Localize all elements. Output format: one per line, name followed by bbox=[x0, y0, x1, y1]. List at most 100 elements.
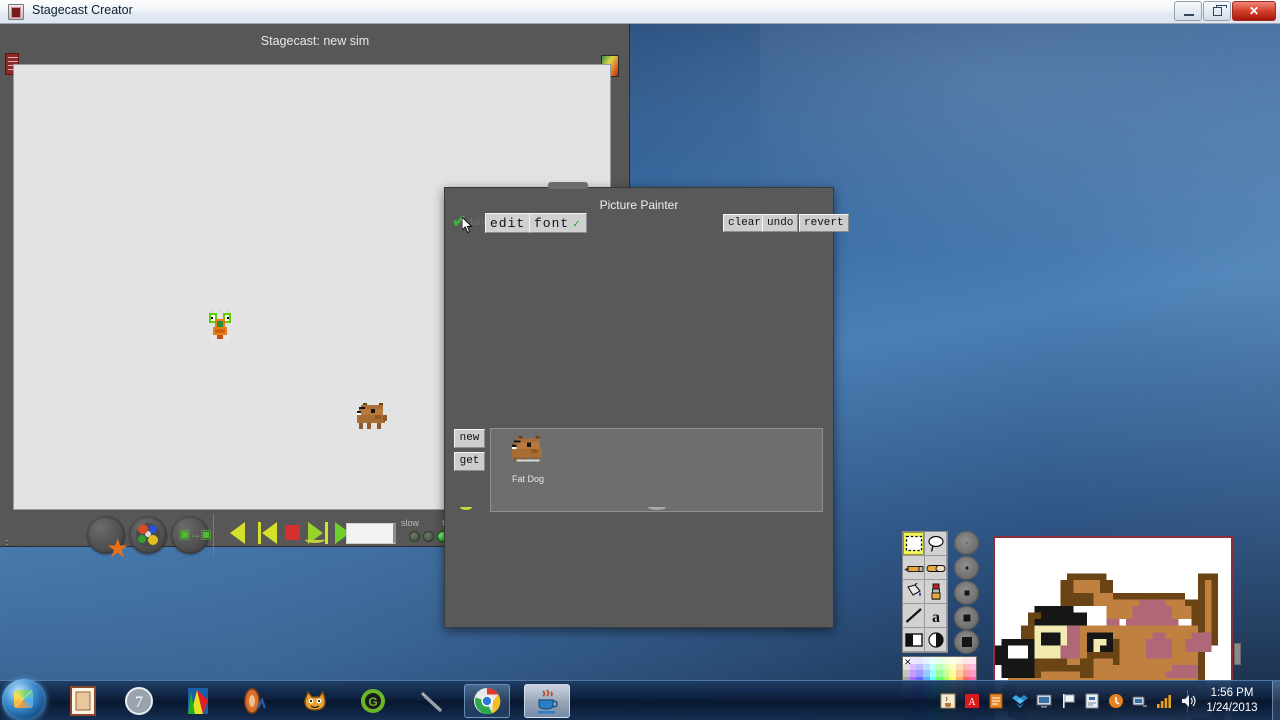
palette-swatch-0-6[interactable] bbox=[942, 657, 950, 664]
palette-swatch-0-10[interactable] bbox=[969, 657, 976, 664]
palette-swatch-1-6[interactable] bbox=[942, 663, 950, 671]
window-tab-handle[interactable] bbox=[548, 182, 588, 189]
palette-swatch-2-6[interactable] bbox=[942, 670, 950, 677]
clear-button[interactable]: clear bbox=[723, 214, 767, 232]
font-menu[interactable]: font ✓ bbox=[529, 213, 587, 233]
palette-swatch-0-8[interactable] bbox=[956, 657, 963, 664]
device-icon[interactable] bbox=[1084, 693, 1100, 709]
palette-swatch-0-3[interactable] bbox=[922, 657, 930, 664]
transparent-color-swatch[interactable]: ✕ bbox=[904, 658, 913, 667]
show-desktop-button[interactable] bbox=[1272, 681, 1280, 720]
minimize-button[interactable] bbox=[1174, 1, 1202, 21]
seven-icon: 7 bbox=[125, 687, 153, 715]
svg-text:A: A bbox=[968, 697, 976, 708]
brush-size-selector bbox=[954, 531, 979, 654]
palette-swatch-0-7[interactable] bbox=[949, 657, 957, 664]
palette-swatch-2-10[interactable] bbox=[969, 670, 976, 677]
flag-icon[interactable] bbox=[1060, 693, 1076, 709]
close-button[interactable]: ✕ bbox=[1232, 1, 1276, 21]
clock-date: 1/24/2013 bbox=[1206, 702, 1258, 714]
palette-swatch-2-8[interactable] bbox=[956, 670, 963, 677]
palette-swatch-1-3[interactable] bbox=[922, 663, 930, 671]
lasso-tool[interactable] bbox=[925, 532, 947, 556]
undo-button[interactable]: undo bbox=[762, 214, 799, 232]
svg-text:a: a bbox=[932, 609, 940, 625]
get-button[interactable]: get bbox=[454, 452, 485, 471]
speed-slow-label: slow bbox=[401, 518, 420, 528]
scratch-cat-icon bbox=[304, 690, 326, 711]
java-tray-icon[interactable] bbox=[940, 693, 956, 709]
brush-size-2[interactable] bbox=[954, 581, 979, 605]
paintbrush-tool[interactable] bbox=[925, 580, 947, 604]
restore-button[interactable] bbox=[1203, 1, 1231, 21]
dog-sprite[interactable] bbox=[355, 403, 389, 429]
palette-swatch-1-5[interactable] bbox=[936, 663, 943, 671]
taskbar-item-java[interactable] bbox=[524, 684, 570, 718]
palette-swatch-2-5[interactable] bbox=[936, 670, 943, 677]
palette-swatch-2-0[interactable] bbox=[903, 670, 910, 677]
stagecast-title: Stagecast: new sim bbox=[260, 34, 370, 48]
line-tool[interactable] bbox=[903, 604, 925, 628]
palette-swatch-1-4[interactable] bbox=[929, 663, 937, 671]
dropbox-icon[interactable] bbox=[1012, 693, 1028, 709]
brush-size-3[interactable] bbox=[954, 606, 979, 630]
palette-swatch-1-10[interactable] bbox=[969, 663, 976, 671]
clock[interactable]: 1:56 PM 1/24/2013 bbox=[1196, 686, 1268, 716]
taskbar-item-gimp[interactable]: G bbox=[350, 684, 396, 718]
bug-sprite[interactable] bbox=[207, 309, 235, 341]
stagecast-titlebar: Stagecast: new sim bbox=[0, 24, 630, 58]
scroll-arc-icon bbox=[305, 536, 325, 543]
palette-swatch-0-5[interactable] bbox=[936, 657, 943, 664]
resize-grip[interactable]: :::: bbox=[5, 537, 9, 547]
fat-dog-thumbnail bbox=[512, 436, 542, 462]
picture-gallery[interactable]: Fat Dog bbox=[490, 428, 823, 512]
chrome-icon bbox=[474, 687, 501, 715]
palette-swatch-1-2[interactable] bbox=[916, 663, 923, 671]
taskbar-item-media[interactable] bbox=[232, 684, 278, 718]
monitor-icon[interactable] bbox=[1036, 693, 1052, 709]
palette-swatch-2-1[interactable] bbox=[909, 670, 917, 677]
taskbar-item-seven[interactable]: 7 bbox=[116, 684, 162, 718]
tool-palette: a bbox=[902, 531, 948, 653]
canvas-scrollbar[interactable] bbox=[1234, 643, 1241, 665]
paint-bucket-tool[interactable] bbox=[903, 580, 925, 604]
revert-button[interactable]: revert bbox=[799, 214, 849, 232]
palette-swatch-2-4[interactable] bbox=[929, 670, 937, 677]
orange-doc-icon[interactable] bbox=[988, 693, 1004, 709]
palette-swatch-1-9[interactable] bbox=[962, 663, 970, 671]
palette-swatch-0-2[interactable] bbox=[916, 657, 923, 664]
window-controls: ✕ bbox=[1174, 1, 1276, 21]
start-button[interactable] bbox=[2, 679, 46, 720]
brush-size-0[interactable] bbox=[954, 531, 979, 555]
taskbar-item-chrome[interactable] bbox=[464, 684, 510, 718]
palette-swatch-1-7[interactable] bbox=[949, 663, 957, 671]
brush-size-4[interactable] bbox=[954, 630, 979, 654]
marquee-select-tool[interactable] bbox=[903, 532, 925, 556]
network-icon[interactable] bbox=[1132, 693, 1148, 709]
adobe-icon[interactable]: A bbox=[964, 693, 980, 709]
signal-icon[interactable] bbox=[1156, 693, 1172, 709]
app-window-title: Stagecast Creator bbox=[32, 3, 133, 17]
pencil-tool[interactable] bbox=[903, 556, 925, 580]
rectangle-tool[interactable] bbox=[903, 628, 925, 652]
volume-icon[interactable] bbox=[1180, 693, 1196, 709]
update-icon[interactable] bbox=[1108, 693, 1124, 709]
ellipse-tool[interactable] bbox=[925, 628, 947, 652]
palette-swatch-2-2[interactable] bbox=[916, 670, 923, 677]
taskbar-item-scratch[interactable] bbox=[292, 684, 338, 718]
palette-swatch-2-7[interactable] bbox=[949, 670, 957, 677]
palette-swatch-2-3[interactable] bbox=[922, 670, 930, 677]
palette-swatch-2-9[interactable] bbox=[962, 670, 970, 677]
gallery-item-fat-dog[interactable]: Fat Dog bbox=[503, 435, 553, 495]
palette-swatch-0-9[interactable] bbox=[962, 657, 970, 664]
eraser-tool[interactable] bbox=[925, 556, 947, 580]
brush-size-1[interactable] bbox=[954, 556, 979, 580]
taskbar-item-paint[interactable] bbox=[175, 684, 221, 718]
new-button[interactable]: new bbox=[454, 429, 485, 448]
gallery-scroll-arc-icon bbox=[648, 504, 666, 510]
palette-swatch-1-8[interactable] bbox=[956, 663, 963, 671]
taskbar-item-tool[interactable] bbox=[408, 684, 454, 718]
taskbar-item-notes[interactable] bbox=[60, 684, 106, 718]
text-tool[interactable]: a bbox=[925, 604, 947, 628]
palette-swatch-0-4[interactable] bbox=[929, 657, 937, 664]
